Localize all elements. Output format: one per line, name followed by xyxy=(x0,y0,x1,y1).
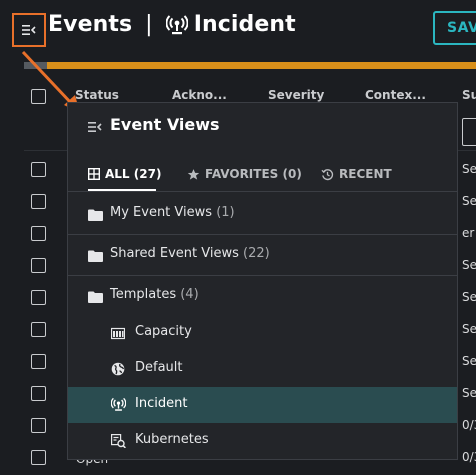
template-label: Incident xyxy=(135,396,188,411)
column-header-severity[interactable]: Severity xyxy=(268,88,324,102)
column-header-context[interactable]: Contex... xyxy=(365,88,426,102)
section-divider xyxy=(68,275,457,276)
summary-cell: Se xyxy=(462,386,476,400)
summary-cell: Se xyxy=(462,354,476,368)
template-capacity[interactable]: Capacity xyxy=(68,315,457,351)
row-checkbox[interactable] xyxy=(31,354,46,369)
capacity-icon xyxy=(110,325,126,344)
folder-my-event-views[interactable]: My Event Views (1) xyxy=(68,196,457,232)
summary-cell: Se xyxy=(462,194,476,208)
sidebar-toggle-button[interactable] xyxy=(12,13,46,47)
row-checkbox[interactable] xyxy=(31,322,46,337)
event-views-panel: Event Views ALL (27) FAVORITES (0) RECEN… xyxy=(67,102,458,460)
template-incident[interactable]: Incident xyxy=(68,387,457,423)
folder-label: Templates xyxy=(110,287,177,302)
row-checkbox[interactable] xyxy=(31,386,46,401)
save-button[interactable]: SAVE xyxy=(433,11,476,45)
panel-header: Event Views xyxy=(68,103,457,148)
row-checkbox[interactable] xyxy=(31,162,46,177)
title-separator: | xyxy=(145,12,153,37)
section-divider xyxy=(68,234,457,235)
summary-cell: Se xyxy=(462,290,476,304)
folder-templates[interactable]: Templates (4) xyxy=(68,278,457,314)
folder-count: (4) xyxy=(180,287,199,302)
row-checkbox[interactable] xyxy=(31,418,46,433)
column-header-summary[interactable]: Su xyxy=(462,88,476,102)
row-checkbox[interactable] xyxy=(31,290,46,305)
column-header-acknowledged[interactable]: Ackno... xyxy=(172,88,227,102)
view-tabs: ALL (27) FAVORITES (0) RECENT xyxy=(68,161,457,191)
folder-count: (1) xyxy=(216,205,235,220)
folder-icon xyxy=(88,288,103,307)
page-title: Events | Incident xyxy=(48,12,296,37)
template-label: Capacity xyxy=(135,324,192,339)
tab-recent[interactable]: RECENT xyxy=(321,167,392,181)
page-title-text: Events xyxy=(48,12,133,37)
view-name: Incident xyxy=(193,12,296,37)
template-label: Kubernetes xyxy=(135,432,209,447)
folder-count: (22) xyxy=(243,246,270,261)
column-header-status[interactable]: Status xyxy=(75,88,119,102)
summary-cell: 0/3 xyxy=(462,418,476,432)
folder-shared-event-views[interactable]: Shared Event Views (22) xyxy=(68,237,457,273)
tab-recent-label: RECENT xyxy=(339,167,392,181)
history-icon xyxy=(321,168,334,181)
row-checkbox[interactable] xyxy=(31,450,46,465)
kubernetes-icon xyxy=(111,433,126,452)
incident-icon xyxy=(110,397,127,416)
severity-summary-bar xyxy=(47,62,476,69)
folder-label: Shared Event Views xyxy=(110,246,239,261)
panel-title: Event Views xyxy=(110,115,220,134)
tab-all-label: ALL (27) xyxy=(105,167,162,181)
row-checkbox[interactable] xyxy=(31,194,46,209)
summary-filter-input[interactable] xyxy=(462,118,476,146)
folder-icon xyxy=(88,206,103,225)
summary-cell: Se xyxy=(462,258,476,272)
folder-icon xyxy=(88,247,103,266)
template-label: Default xyxy=(135,360,183,375)
select-all-checkbox[interactable] xyxy=(31,89,46,104)
summary-cell: Se xyxy=(462,322,476,336)
folder-label: My Event Views xyxy=(110,205,213,220)
tab-all[interactable]: ALL (27) xyxy=(88,167,161,181)
row-checkbox[interactable] xyxy=(31,258,46,273)
menu-collapse-icon xyxy=(22,21,36,40)
grid-icon xyxy=(88,168,100,180)
star-icon xyxy=(187,168,200,181)
filter-bar-handle xyxy=(24,62,47,69)
row-checkbox[interactable] xyxy=(31,226,46,241)
globe-icon xyxy=(111,361,125,380)
summary-cell: er xyxy=(462,226,475,240)
tabs-divider xyxy=(68,191,457,192)
template-default[interactable]: Default xyxy=(68,351,457,387)
tab-favorites-label: FAVORITES (0) xyxy=(205,167,302,181)
page-header: Events | Incident SAVE xyxy=(0,0,476,58)
summary-cell: 0/3 xyxy=(462,450,476,464)
template-kubernetes[interactable]: Kubernetes xyxy=(68,423,457,459)
tab-favorites[interactable]: FAVORITES (0) xyxy=(187,167,302,181)
incident-icon xyxy=(165,14,188,36)
menu-collapse-icon[interactable] xyxy=(88,118,102,137)
summary-cell: Se xyxy=(462,162,476,176)
